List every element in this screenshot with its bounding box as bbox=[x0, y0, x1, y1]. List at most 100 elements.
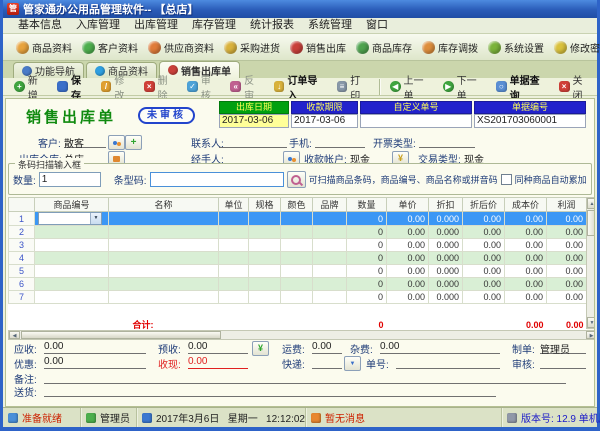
title-bar[interactable]: 管 管家通办公用品管理软件-- 【总店】 bbox=[3, 0, 597, 18]
remark-value[interactable] bbox=[44, 371, 566, 384]
grid-cell[interactable]: 0.00 bbox=[505, 239, 547, 252]
grid-cell[interactable] bbox=[249, 226, 281, 239]
grid-cell[interactable]: 0.00 bbox=[547, 252, 587, 265]
btn-save[interactable]: 保存 bbox=[52, 72, 95, 102]
grid-cell[interactable]: 0.00 bbox=[387, 252, 429, 265]
grid-cell[interactable] bbox=[249, 212, 281, 226]
scroll-up-icon[interactable]: ▲ bbox=[587, 198, 595, 209]
grid-cell[interactable]: 0 bbox=[347, 252, 387, 265]
grid-cell[interactable]: 0 bbox=[347, 278, 387, 291]
grid-cell[interactable] bbox=[281, 278, 313, 291]
grid-cell[interactable] bbox=[249, 265, 281, 278]
order-number-input[interactable]: XS201703060001 bbox=[474, 114, 586, 128]
menu-window[interactable]: 窗口 bbox=[359, 18, 395, 33]
menu-inbound[interactable]: 入库管理 bbox=[69, 18, 127, 33]
grid-cell[interactable]: 0.00 bbox=[463, 252, 505, 265]
barcode-search-button[interactable] bbox=[287, 171, 306, 188]
menu-basic-info[interactable]: 基本信息 bbox=[11, 18, 69, 33]
tracking-number-value[interactable] bbox=[396, 356, 500, 369]
grid-cell[interactable]: 0 bbox=[347, 212, 387, 226]
add-customer-button[interactable]: + bbox=[125, 135, 142, 150]
grid-vertical-scrollbar[interactable]: ▲ ▼ bbox=[586, 197, 595, 329]
grid-cell[interactable] bbox=[35, 252, 109, 265]
grid-cell[interactable] bbox=[219, 226, 249, 239]
menu-inventory[interactable]: 库存管理 bbox=[185, 18, 243, 33]
freight-value[interactable]: 0.00 bbox=[312, 341, 342, 354]
grid-cell[interactable]: 0.00 bbox=[505, 212, 547, 226]
grid-cell[interactable]: 0.00 bbox=[387, 265, 429, 278]
grid-cell[interactable]: 0.00 bbox=[463, 212, 505, 226]
grid-cell[interactable] bbox=[109, 252, 219, 265]
btn-order-import[interactable]: ↓ 订单导入 bbox=[269, 72, 332, 102]
vertical-scroll-thumb[interactable] bbox=[587, 210, 595, 236]
product-code-combobox[interactable]: ▼ bbox=[38, 212, 102, 225]
grid-cell[interactable] bbox=[219, 291, 249, 304]
grid-cell[interactable] bbox=[109, 278, 219, 291]
grid-cell[interactable]: 0.00 bbox=[387, 239, 429, 252]
toolbar-product-info[interactable]: 商品资料 bbox=[11, 38, 77, 57]
horizontal-scroll-thumb[interactable] bbox=[21, 331, 221, 339]
grid-cell[interactable]: 0.00 bbox=[547, 265, 587, 278]
grid-cell[interactable]: 0.000 bbox=[429, 278, 463, 291]
toolbar-change-password[interactable]: 修改密码 bbox=[549, 38, 600, 57]
btn-prev-order[interactable]: ◀ 上一单 bbox=[385, 72, 438, 102]
grid-cell[interactable] bbox=[281, 226, 313, 239]
grid-cell[interactable] bbox=[249, 252, 281, 265]
grid-cell[interactable]: 0.00 bbox=[505, 226, 547, 239]
auto-accumulate-checkbox[interactable] bbox=[501, 174, 512, 185]
btn-print[interactable]: ≡ 打印 bbox=[332, 72, 375, 102]
grid-cell[interactable]: 0.00 bbox=[547, 291, 587, 304]
chevron-down-icon[interactable]: ▼ bbox=[90, 213, 101, 224]
toolbar-customer-info[interactable]: 客户资料 bbox=[77, 38, 143, 57]
scroll-down-icon[interactable]: ▼ bbox=[587, 317, 595, 328]
qty-input[interactable]: 1 bbox=[39, 172, 101, 187]
grid-cell[interactable] bbox=[313, 291, 347, 304]
btn-delete[interactable]: × 删除 bbox=[139, 72, 182, 102]
grid-cell[interactable] bbox=[249, 278, 281, 291]
barcode-input[interactable] bbox=[150, 172, 284, 187]
grid-cell[interactable]: ▼ bbox=[35, 212, 109, 226]
btn-unaudit[interactable]: « 反审 bbox=[225, 72, 268, 102]
receivable-value[interactable]: 0.00 bbox=[44, 341, 146, 354]
combobox-value[interactable] bbox=[39, 213, 90, 224]
grid-cell[interactable] bbox=[313, 226, 347, 239]
btn-audit[interactable]: ✓ 审核 bbox=[182, 72, 225, 102]
customer-picker-button[interactable] bbox=[108, 135, 125, 150]
toolbar-transfer[interactable]: 库存调拨 bbox=[417, 38, 483, 57]
grid-cell[interactable]: 0.00 bbox=[387, 226, 429, 239]
grid-cell[interactable] bbox=[109, 239, 219, 252]
toolbar-settings[interactable]: 系统设置 bbox=[483, 38, 549, 57]
grid-cell[interactable]: 0.000 bbox=[429, 265, 463, 278]
grid-cell[interactable] bbox=[219, 265, 249, 278]
customer-value[interactable]: 散客 bbox=[64, 135, 106, 148]
prepaid-value[interactable]: 0.00 bbox=[188, 341, 248, 354]
grid-cell[interactable]: 0.00 bbox=[463, 265, 505, 278]
grid-cell[interactable]: 0.00 bbox=[463, 239, 505, 252]
cash-received-value[interactable]: 0.00 bbox=[188, 356, 248, 369]
toolbar-supplier-info[interactable]: 供应商资料 bbox=[143, 38, 219, 57]
grid-cell[interactable]: 0.00 bbox=[547, 212, 587, 226]
grid-cell[interactable]: 0.00 bbox=[387, 291, 429, 304]
grid-cell[interactable]: 0.000 bbox=[429, 252, 463, 265]
delivery-value[interactable] bbox=[44, 384, 496, 397]
discount-value[interactable]: 0.00 bbox=[44, 356, 146, 369]
grid-cell[interactable] bbox=[35, 291, 109, 304]
toolbar-purchase[interactable]: 采购进货 bbox=[219, 38, 285, 57]
grid-cell[interactable]: 0 bbox=[347, 291, 387, 304]
grid-cell[interactable] bbox=[281, 265, 313, 278]
contact-value[interactable] bbox=[219, 135, 287, 148]
toolbar-sales-outbound[interactable]: 销售出库 bbox=[285, 38, 351, 57]
grid-cell[interactable] bbox=[219, 212, 249, 226]
menu-reports[interactable]: 统计报表 bbox=[243, 18, 301, 33]
grid-cell[interactable] bbox=[35, 265, 109, 278]
grid-cell[interactable] bbox=[313, 239, 347, 252]
grid-cell[interactable]: 0.000 bbox=[429, 212, 463, 226]
grid-cell[interactable] bbox=[35, 278, 109, 291]
grid-cell[interactable]: 0.00 bbox=[505, 278, 547, 291]
grid-cell[interactable] bbox=[281, 252, 313, 265]
btn-new[interactable]: + 新增 bbox=[9, 72, 52, 102]
scroll-right-icon[interactable]: ▶ bbox=[586, 331, 595, 339]
custom-number-input[interactable] bbox=[360, 114, 472, 128]
grid-cell[interactable]: 0.00 bbox=[547, 278, 587, 291]
grid-cell[interactable] bbox=[109, 291, 219, 304]
